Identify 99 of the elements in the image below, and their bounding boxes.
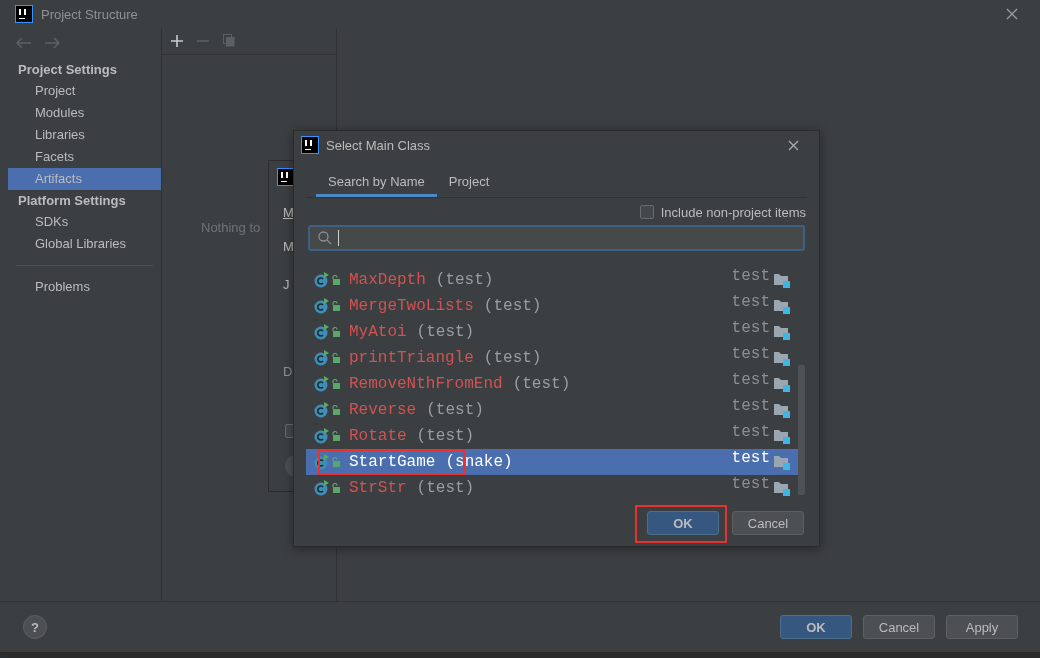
class-name: printTriangle bbox=[349, 349, 474, 367]
window-title: Project Structure bbox=[41, 6, 139, 22]
lock-icon bbox=[332, 301, 340, 311]
module-name: (test) bbox=[416, 479, 475, 497]
section-heading: Platform Settings bbox=[17, 192, 127, 210]
sidebar-item[interactable]: Project bbox=[8, 80, 161, 102]
folder-icon bbox=[774, 350, 790, 366]
class-icon bbox=[314, 376, 330, 392]
folder-icon bbox=[774, 480, 790, 496]
module-name: (test) bbox=[426, 401, 484, 419]
class-name: MyAtoi bbox=[349, 323, 407, 341]
location-label: test bbox=[731, 449, 770, 467]
class-list-item[interactable]: Rotate (test) test bbox=[306, 423, 798, 449]
folder-icon bbox=[774, 298, 790, 314]
sidebar-item[interactable]: Problems bbox=[8, 276, 161, 298]
text-cursor bbox=[338, 230, 339, 246]
dialog-title: Select Main Class bbox=[326, 137, 432, 153]
class-icon bbox=[314, 350, 330, 366]
close-icon[interactable] bbox=[788, 139, 799, 151]
location-label: test bbox=[731, 475, 770, 493]
checkbox-label: Include non-project items bbox=[660, 204, 806, 220]
forward-arrow-icon[interactable] bbox=[44, 37, 60, 49]
class-name: StrStr bbox=[349, 479, 407, 497]
class-icon bbox=[314, 428, 330, 444]
folder-icon bbox=[774, 402, 790, 418]
checkbox[interactable] bbox=[639, 205, 654, 219]
class-icon bbox=[314, 480, 330, 496]
folder-icon bbox=[774, 428, 790, 444]
lock-icon bbox=[332, 275, 340, 285]
folder-icon bbox=[774, 272, 790, 288]
class-icon bbox=[314, 454, 330, 470]
sidebar-item[interactable]: Modules bbox=[8, 102, 161, 124]
class-icon bbox=[314, 324, 330, 340]
field-label: M bbox=[283, 239, 294, 254]
back-arrow-icon[interactable] bbox=[16, 37, 32, 49]
lock-icon bbox=[332, 327, 340, 337]
module-name: (test) bbox=[512, 375, 571, 393]
class-name: StartGame bbox=[349, 453, 436, 471]
sidebar-item[interactable]: Facets bbox=[8, 146, 161, 168]
dialog-button[interactable]: Cancel bbox=[732, 511, 804, 535]
dialog-button[interactable]: OK bbox=[780, 615, 852, 639]
lock-icon bbox=[332, 457, 340, 467]
folder-icon bbox=[774, 324, 790, 340]
class-name: RemoveNthFromEnd bbox=[349, 375, 503, 393]
module-name: (test) bbox=[483, 297, 542, 315]
lock-icon bbox=[332, 353, 340, 363]
class-icon bbox=[314, 272, 330, 288]
class-icon bbox=[314, 298, 330, 314]
lock-icon bbox=[332, 431, 340, 441]
section-heading: Project Settings bbox=[17, 61, 118, 79]
folder-icon bbox=[774, 454, 790, 470]
class-list-item[interactable]: MergeTwoLists (test) test bbox=[306, 293, 798, 319]
class-name: MaxDepth bbox=[349, 271, 426, 289]
class-name: Rotate bbox=[349, 427, 407, 445]
tab[interactable]: Project bbox=[436, 168, 502, 197]
location-label: test bbox=[731, 267, 770, 285]
dialog-button[interactable]: Apply bbox=[946, 615, 1018, 639]
folder-icon bbox=[774, 376, 790, 392]
location-label: test bbox=[731, 293, 770, 311]
field-label: M bbox=[283, 205, 294, 220]
module-name: (test) bbox=[416, 323, 475, 341]
tab[interactable]: Search by Name bbox=[316, 168, 437, 197]
lock-icon bbox=[332, 379, 340, 389]
dialog-button[interactable]: OK bbox=[647, 511, 719, 535]
location-label: test bbox=[731, 397, 770, 415]
location-label: test bbox=[731, 371, 770, 389]
app-logo-icon bbox=[301, 136, 319, 154]
class-list-item[interactable]: MyAtoi (test) test bbox=[306, 319, 798, 345]
app-logo-icon bbox=[15, 5, 33, 23]
field-label: D bbox=[283, 364, 293, 379]
class-list-item[interactable]: StrStr (test) test bbox=[306, 475, 798, 501]
class-list-item[interactable]: RemoveNthFromEnd (test) test bbox=[306, 371, 798, 397]
location-label: test bbox=[731, 345, 770, 363]
location-label: test bbox=[731, 319, 770, 337]
sidebar-item[interactable]: SDKs bbox=[8, 211, 161, 233]
lock-icon bbox=[332, 405, 340, 415]
search-field[interactable] bbox=[308, 225, 805, 251]
close-icon[interactable] bbox=[1006, 8, 1018, 20]
class-name: Reverse bbox=[349, 401, 417, 419]
search-icon bbox=[318, 231, 332, 245]
class-name: MergeTwoLists bbox=[349, 297, 474, 315]
copy-icon[interactable] bbox=[223, 34, 235, 47]
class-list-item[interactable]: printTriangle (test) test bbox=[306, 345, 798, 371]
class-list-item[interactable]: Reverse (test) test bbox=[306, 397, 798, 423]
module-name: (test) bbox=[435, 271, 494, 289]
lock-icon bbox=[332, 483, 340, 493]
class-list-item[interactable]: MaxDepth (test) test bbox=[306, 267, 798, 293]
field-label: J bbox=[283, 277, 290, 292]
sidebar-item[interactable]: Libraries bbox=[8, 124, 161, 146]
module-name: (test) bbox=[416, 427, 475, 445]
dialog-button[interactable]: Cancel bbox=[863, 615, 935, 639]
sidebar-item[interactable]: Artifacts bbox=[8, 168, 161, 190]
help-button[interactable]: ? bbox=[23, 615, 47, 639]
sidebar-item[interactable]: Global Libraries bbox=[8, 233, 161, 255]
location-label: test bbox=[731, 423, 770, 441]
add-icon[interactable] bbox=[171, 34, 183, 47]
module-name: (test) bbox=[483, 349, 542, 367]
class-icon bbox=[314, 402, 330, 418]
scrollbar-thumb[interactable] bbox=[798, 365, 805, 495]
